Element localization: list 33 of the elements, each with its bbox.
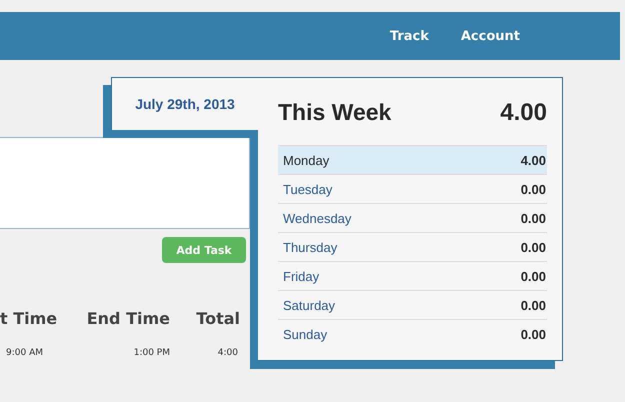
day-hours: 0.00 xyxy=(520,298,546,312)
nav-link[interactable]: Account xyxy=(460,28,520,44)
day-hours: 0.00 xyxy=(520,268,546,284)
day-name: Sunday xyxy=(283,326,328,342)
day-row[interactable]: Wednesday 0.00 xyxy=(278,203,547,232)
day-row[interactable]: Thursday 0.00 xyxy=(278,232,547,261)
day-row[interactable]: Monday 4.00 xyxy=(278,145,547,174)
task-input-field[interactable] xyxy=(0,137,250,229)
day-hours: 0.00 xyxy=(520,326,546,342)
day-name: Tuesday xyxy=(283,182,332,196)
day-row[interactable]: Saturday 0.00 xyxy=(278,290,547,319)
week-total: 4.00 xyxy=(500,98,547,126)
day-name: Friday xyxy=(283,268,320,284)
nav-link[interactable]: Track xyxy=(390,28,429,44)
column-header: t Time xyxy=(0,308,58,330)
day-row[interactable]: Friday 0.00 xyxy=(278,261,547,290)
week-title: This Week xyxy=(278,99,392,126)
day-row[interactable]: Sunday 0.00 xyxy=(278,319,547,348)
day-hours: 0.00 xyxy=(520,240,546,254)
day-name: Monday xyxy=(283,152,330,168)
day-hours: 0.00 xyxy=(520,182,546,196)
table-cell-text: 1:00 PM xyxy=(132,347,170,360)
day-name: Thursday xyxy=(283,240,338,254)
day-name: Wednesday xyxy=(283,210,352,226)
table-cell-text: 9:00 AM xyxy=(5,347,44,360)
column-header: End Time xyxy=(86,308,170,330)
day-row[interactable]: Tuesday 0.00 xyxy=(278,174,547,203)
column-header: Total xyxy=(195,308,241,330)
day-hours: 0.00 xyxy=(520,210,546,226)
day-name: Saturday xyxy=(283,298,336,312)
day-hours: 4.00 xyxy=(520,152,546,168)
table-cell-text: 4:00 xyxy=(216,347,239,360)
date-label: July 29th, 2013 xyxy=(135,96,235,112)
